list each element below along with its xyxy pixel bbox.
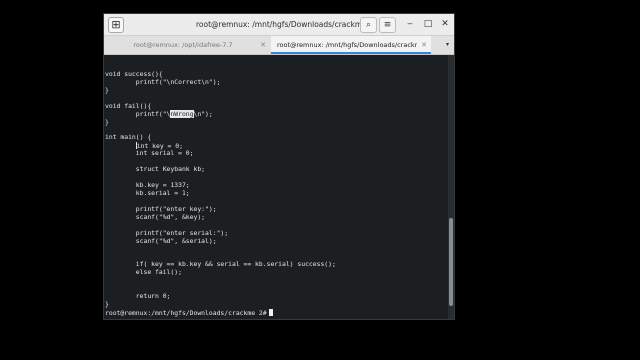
terminal-window: ⊞ root@remnux: /mnt/hgfs/Downloads/crack… <box>104 14 454 319</box>
close-icon[interactable]: ✕ <box>439 18 451 30</box>
tab-close-icon[interactable]: ✕ <box>260 36 266 54</box>
text-caret <box>135 142 137 150</box>
terminal-line: } <box>105 85 109 94</box>
terminal-line: printf("\nWrong\n"); <box>105 109 213 118</box>
shell-prompt: root@remnux:/mnt/hgfs/Downloads/crackme … <box>105 309 336 317</box>
terminal-line: int serial = 0; <box>105 149 194 158</box>
tab-idafree[interactable]: root@remnux: /opt/idafree-7.7 ✕ <box>104 36 270 54</box>
new-tab-button[interactable]: ⊞ <box>108 17 124 33</box>
terminal-line: int main() { <box>105 133 152 142</box>
maximize-icon[interactable]: □ <box>422 18 434 30</box>
tab-crackme[interactable]: root@remnux: /mnt/hgfs/Downloads/crackm … <box>271 36 431 54</box>
terminal-line: kb.serial = 1; <box>105 189 190 197</box>
tab-label: root@remnux: /opt/idafree-7.7 <box>133 41 233 49</box>
terminal-line: return 0; <box>105 292 171 301</box>
window-title: root@remnux: /mnt/hgfs/Downloads/crackme… <box>196 20 366 29</box>
tab-bar: root@remnux: /opt/idafree-7.7 ✕ root@rem… <box>104 36 454 55</box>
terminal-output[interactable]: void success(){ printf("\nCorrect\n");} v… <box>104 55 448 319</box>
terminal-line: scanf("%d", &serial); <box>105 236 217 245</box>
terminal-line: scanf("%d", &key); <box>105 212 206 221</box>
title-bar: ⊞ root@remnux: /mnt/hgfs/Downloads/crack… <box>104 14 454 36</box>
terminal-line: printf("\nCorrect\n"); <box>105 77 221 86</box>
terminal-cursor <box>268 309 273 317</box>
source-listing: void success(){ printf("\nCorrect\n");} v… <box>104 63 336 317</box>
tab-close-icon[interactable]: ✕ <box>421 36 427 52</box>
terminal-line: } <box>105 300 109 309</box>
search-icon[interactable]: ⌕ <box>360 17 377 33</box>
terminal-line: struct Keybank kb; <box>105 165 206 174</box>
tab-list-dropdown-icon[interactable]: ▾ <box>446 36 449 54</box>
scrollbar[interactable] <box>448 55 454 319</box>
tab-label: root@remnux: /mnt/hgfs/Downloads/crackm <box>277 41 417 49</box>
hamburger-menu-icon[interactable]: ≡ <box>379 17 396 33</box>
minimize-icon[interactable]: ‒ <box>404 18 416 30</box>
scrollbar-thumb[interactable] <box>449 218 453 306</box>
terminal-line: else fail(); <box>105 268 182 277</box>
selected-text: nWrong <box>170 109 194 118</box>
terminal-line: } <box>105 117 109 126</box>
